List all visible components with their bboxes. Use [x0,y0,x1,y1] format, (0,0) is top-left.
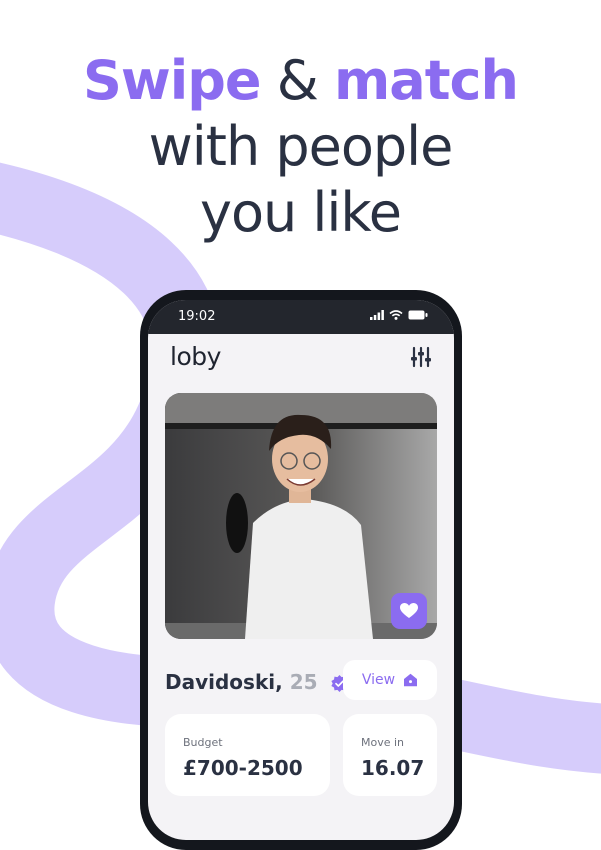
headline-line-2: with people [148,115,454,178]
headline-line-1: Swipe & match [0,48,601,114]
move-in-card: Move in 16.07 [343,714,437,796]
move-in-label: Move in [361,736,405,749]
sliders-icon[interactable] [410,346,432,372]
profile-name: Davidoski, [165,670,283,694]
budget-value: £700-2500 [183,756,303,780]
like-button[interactable] [391,593,427,629]
home-icon [404,673,418,687]
budget-label: Budget [183,736,223,749]
profile-name-row: Davidoski, 25 View [165,660,437,704]
view-button[interactable]: View [343,660,437,700]
headline: Swipe & match with people you like [0,48,601,246]
profile-photo[interactable] [165,393,437,639]
phone-frame: 19:02 loby Davidoski, 25 View Budget £70… [140,290,462,850]
profile-age: 25 [289,670,318,694]
app-logo: loby [170,342,221,371]
wifi-icon [389,310,403,320]
app-header: loby [148,336,454,380]
budget-card: Budget £700-2500 [165,714,330,796]
profile-name-block: Davidoski, 25 [165,670,348,694]
status-icons [370,310,428,320]
battery-icon [408,310,428,320]
heart-icon [400,603,418,618]
headline-swipe: Swipe [82,49,262,112]
status-time: 19:02 [178,309,216,324]
view-button-label: View [361,672,396,688]
headline-ampersand: & [276,49,319,112]
phone-screen: 19:02 loby Davidoski, 25 View Budget £70… [148,300,454,840]
signal-icon [370,310,384,320]
move-in-value: 16.07 [361,756,425,780]
headline-match: match [334,49,519,112]
headline-line-3: you like [200,181,402,244]
status-bar: 19:02 [148,300,454,334]
